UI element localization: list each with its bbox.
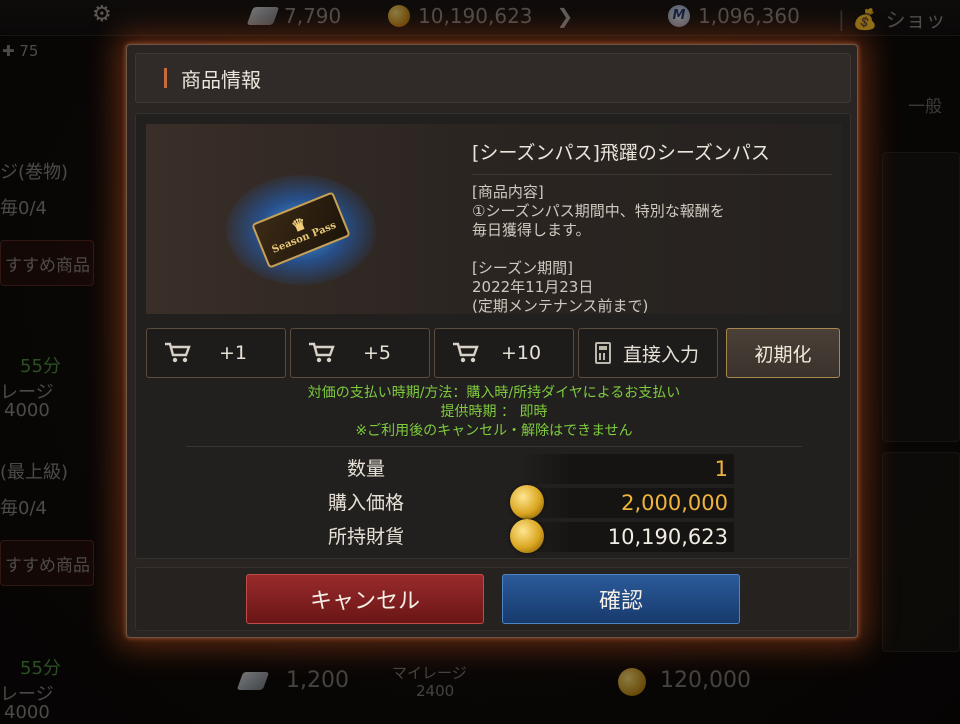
cart-icon xyxy=(165,342,191,363)
add-10-label: +10 xyxy=(500,342,542,364)
owned-currency-row: 所持財貨 10,190,623 xyxy=(136,519,852,553)
notice-line: 提供時期 ： 即時 xyxy=(440,404,548,420)
gold-coin-icon xyxy=(510,519,544,553)
product-info-dialog: 商品情報 ♛ Season Pass [シーズンパス]飛躍のシーズンパス [商品… xyxy=(126,44,858,638)
add-1-label: +1 xyxy=(218,342,247,364)
price-row: 購入価格 2,000,000 xyxy=(136,485,852,519)
gold-coin-icon xyxy=(510,485,544,519)
owned-value: 10,190,623 xyxy=(520,522,734,552)
add-1-button[interactable]: +1 xyxy=(146,328,286,378)
season-pass-image: ♛ Season Pass xyxy=(206,160,396,300)
quantity-row: 数量 1 xyxy=(136,454,852,484)
price-label: 購入価格 xyxy=(327,492,404,514)
product-description[interactable]: [商品内容] ①シーズンパス期間中、特別な報酬を 毎日獲得します。 [シーズン期… xyxy=(472,183,832,316)
notice-line: 対価の支払い時期/方法：購入時/所持ダイヤによるお支払い xyxy=(307,385,681,401)
price-value: 2,000,000 xyxy=(520,488,734,518)
dialog-footer: キャンセル 確認 xyxy=(135,567,851,631)
confirm-button[interactable]: 確認 xyxy=(502,574,740,624)
product-info: [シーズンパス]飛躍のシーズンパス [商品内容] ①シーズンパス期間中、特別な報… xyxy=(472,138,832,316)
direct-input-button[interactable]: 直接入力 xyxy=(578,328,718,378)
dialog-header: 商品情報 xyxy=(135,53,851,103)
calculator-icon xyxy=(595,342,611,364)
add-5-button[interactable]: +5 xyxy=(290,328,430,378)
header-accent-bar xyxy=(164,68,167,88)
dialog-content: ♛ Season Pass [シーズンパス]飛躍のシーズンパス [商品内容] ①… xyxy=(135,113,851,559)
notice-line: ※ご利用後のキャンセル・解除はできません xyxy=(355,423,633,439)
add-5-label: +5 xyxy=(362,342,391,364)
cancel-button[interactable]: キャンセル xyxy=(246,574,484,624)
direct-input-label: 直接入力 xyxy=(622,343,699,366)
product-name: [シーズンパス]飛躍のシーズンパス xyxy=(472,138,832,175)
quantity-label: 数量 xyxy=(346,458,385,480)
product-area: ♛ Season Pass [シーズンパス]飛躍のシーズンパス [商品内容] ①… xyxy=(146,124,842,316)
quantity-value: 1 xyxy=(520,454,734,484)
divider xyxy=(186,446,802,447)
owned-label: 所持財貨 xyxy=(327,526,404,548)
reset-button[interactable]: 初期化 xyxy=(726,328,840,378)
cart-icon xyxy=(309,342,335,363)
cart-icon xyxy=(453,342,479,363)
add-10-button[interactable]: +10 xyxy=(434,328,574,378)
payment-notice: 対価の支払い時期/方法：購入時/所持ダイヤによるお支払い 提供時期 ： 即時 ※… xyxy=(136,384,852,441)
dialog-title: 商品情報 xyxy=(181,67,261,92)
